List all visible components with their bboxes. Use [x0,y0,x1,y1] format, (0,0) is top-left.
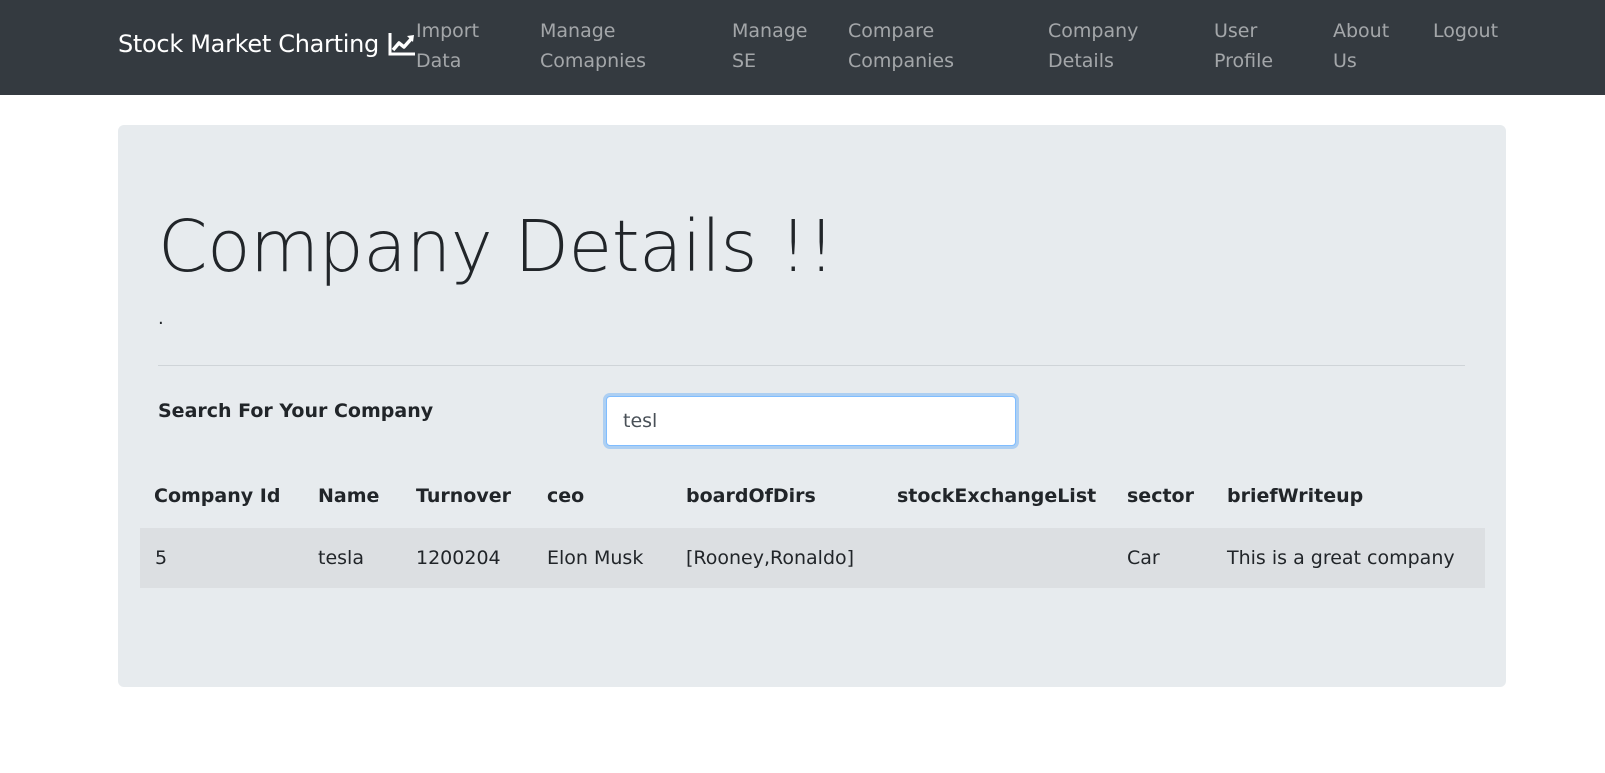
search-input[interactable] [606,396,1016,446]
header-board-of-dirs: boardOfDirs [686,485,816,507]
nav-manage-companies[interactable]: Manage Comapnies [540,16,646,76]
nav-user-profile[interactable]: User Profile [1214,16,1273,76]
header-ceo: ceo [547,485,585,507]
search-label: Search For Your Company [158,400,434,422]
header-company-id: Company Id [154,485,281,507]
brand-name: Stock Market Charting [118,30,379,58]
header-stock-exchange-list: stockExchangeList [897,485,1097,507]
header-sector: sector [1127,485,1194,507]
cell-board-of-dirs: [Rooney,Ronaldo] [686,547,855,569]
divider [158,365,1465,366]
cell-company-id: 5 [155,547,168,569]
nav-import-data[interactable]: Import Data [416,16,479,76]
cell-sector: Car [1127,547,1160,569]
lead-text: . [158,308,164,329]
cell-name: tesla [318,547,364,569]
page-title: Company Details !! [158,205,835,288]
cell-turnover: 1200204 [416,547,501,569]
brand[interactable]: Stock Market Charting [118,30,417,58]
nav-manage-se[interactable]: Manage SE [732,16,807,76]
nav-about-us[interactable]: About Us [1333,16,1389,76]
header-brief-writeup: briefWriteup [1227,485,1364,507]
line-chart-icon [388,33,415,56]
nav-compare-companies[interactable]: Compare Companies [848,16,954,76]
top-navbar: Stock Market Charting Import Data Manage… [0,0,1605,95]
header-name: Name [318,485,380,507]
header-turnover: Turnover [416,485,511,507]
cell-brief-writeup: This is a great company [1227,547,1455,569]
cell-ceo: Elon Musk [547,547,644,569]
nav-company-details[interactable]: Company Details [1048,16,1138,76]
nav-logout[interactable]: Logout [1433,16,1498,46]
